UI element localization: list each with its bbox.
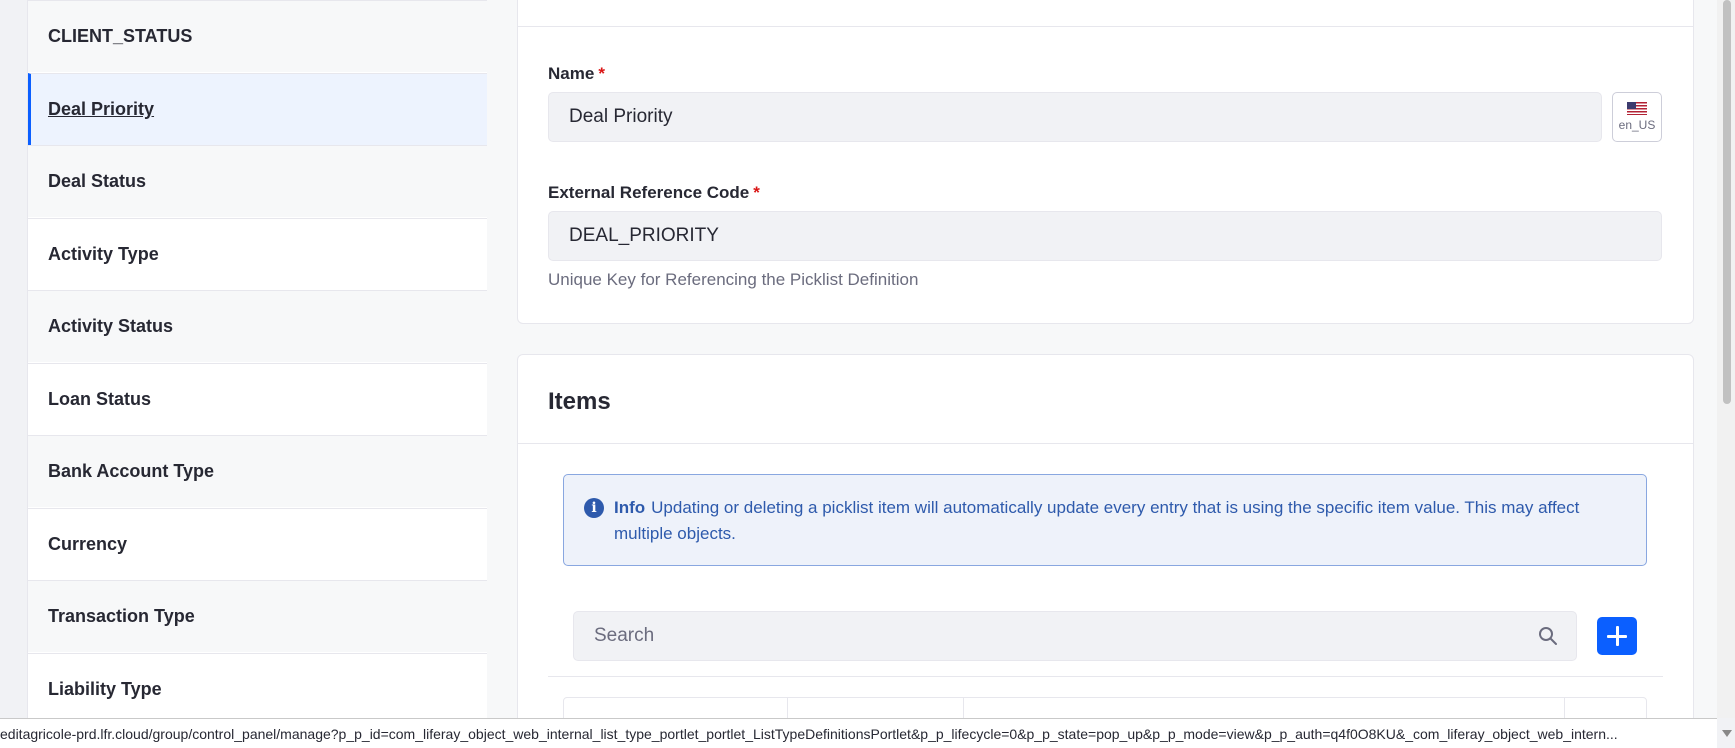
locale-selector-button[interactable]: en_US [1612, 92, 1662, 142]
name-input-value: Deal Priority [569, 106, 673, 127]
search-input[interactable]: Search [573, 611, 1577, 661]
list-item-label: Bank Account Type [48, 461, 215, 481]
erc-help-text: Unique Key for Referencing the Picklist … [548, 270, 919, 289]
list-item-label: Liability Type [48, 679, 162, 699]
erc-input-value: DEAL_PRIORITY [569, 225, 719, 246]
search-placeholder: Search [594, 625, 655, 646]
list-item-activity-status[interactable]: Activity Status [28, 290, 487, 362]
name-label-text: Name [548, 64, 595, 83]
list-item-label: Activity Type [48, 244, 159, 264]
list-item-label: Currency [48, 534, 128, 554]
scroll-down-arrow-icon[interactable] [1722, 730, 1732, 737]
status-url: editagricole-prd.lfr.cloud/group/control… [0, 725, 1618, 742]
toolbar-divider [548, 676, 1663, 677]
search-icon[interactable] [1538, 626, 1558, 646]
list-item-loan-status[interactable]: Loan Status [28, 363, 487, 435]
required-marker: * [598, 64, 605, 83]
erc-label: External Reference Code * [548, 183, 760, 203]
info-alert: i Info Updating or deleting a picklist it… [563, 474, 1647, 566]
list-item-label: Transaction Type [48, 606, 195, 626]
alert-text: Updating or deleting a picklist item wil… [614, 498, 1580, 543]
list-item-deal-status[interactable]: Deal Status [28, 145, 487, 217]
locale-label: en_US [1618, 118, 1656, 132]
list-item-label: Loan Status [48, 389, 152, 409]
card-divider [517, 26, 1694, 27]
us-flag-icon [1627, 102, 1647, 115]
picklist-list: CLIENT_STATUS Deal Priority Deal Status … [27, 0, 487, 748]
card-divider [517, 443, 1694, 444]
list-item-currency[interactable]: Currency [28, 508, 487, 580]
list-item-liability-type[interactable]: Liability Type [28, 653, 487, 725]
list-item-activity-type[interactable]: Activity Type [28, 218, 487, 290]
add-item-button[interactable] [1597, 617, 1637, 655]
list-item-deal-priority[interactable]: Deal Priority [28, 73, 487, 145]
list-item-bank-account-type[interactable]: Bank Account Type [28, 435, 487, 507]
list-item-client-status[interactable]: CLIENT_STATUS [28, 0, 487, 72]
alert-title: Info [614, 498, 646, 517]
erc-label-text: External Reference Code [548, 183, 750, 202]
scrollbar-thumb[interactable] [1723, 0, 1731, 404]
name-label: Name * [548, 64, 605, 84]
erc-input[interactable]: DEAL_PRIORITY [548, 211, 1662, 261]
plus-icon-vertical [1615, 626, 1619, 646]
name-input[interactable]: Deal Priority [548, 92, 1602, 142]
info-icon: i [584, 498, 604, 518]
required-marker: * [753, 183, 760, 202]
list-item-label: Deal Status [48, 171, 147, 191]
list-item-label: Activity Status [48, 316, 174, 336]
browser-status-bar: editagricole-prd.lfr.cloud/group/control… [0, 718, 1717, 748]
list-item-label: Deal Priority [48, 99, 155, 119]
items-title: Items [548, 388, 611, 415]
list-item-label: CLIENT_STATUS [48, 26, 193, 46]
list-item-transaction-type[interactable]: Transaction Type [28, 580, 487, 652]
